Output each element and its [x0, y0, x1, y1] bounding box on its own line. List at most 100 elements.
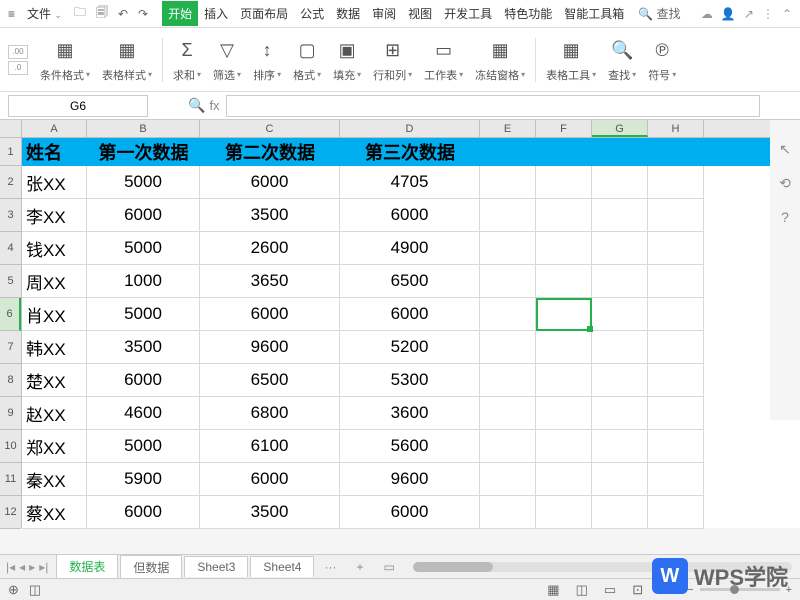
col-header-C[interactable]: C: [200, 120, 340, 137]
cell-name[interactable]: 秦XX: [22, 463, 87, 496]
col-header-F[interactable]: F: [536, 120, 592, 137]
tab-layout[interactable]: 页面布局: [234, 1, 294, 26]
cell-d3[interactable]: 9600: [340, 463, 480, 496]
col-header-A[interactable]: A: [22, 120, 87, 137]
cell-d3[interactable]: 6000: [340, 496, 480, 529]
cell-d1[interactable]: 1000: [87, 265, 200, 298]
sheet-list[interactable]: ▭: [373, 560, 404, 574]
share-icon[interactable]: ↗: [744, 7, 754, 21]
table-style-button[interactable]: ▦表格样式▾: [96, 37, 158, 83]
cell-d3[interactable]: 5300: [340, 364, 480, 397]
cell-d3[interactable]: 5200: [340, 331, 480, 364]
redo-icon[interactable]: ↷: [134, 5, 152, 23]
cell-d1[interactable]: 5900: [87, 463, 200, 496]
select-all-corner[interactable]: [0, 120, 22, 138]
cursor-icon[interactable]: ↖: [776, 140, 794, 158]
search-button[interactable]: 🔍 查找: [638, 5, 680, 22]
tab-data[interactable]: 数据: [330, 1, 366, 26]
sheet-tab-1[interactable]: 但数据: [120, 555, 182, 579]
cell-d1[interactable]: 6000: [87, 364, 200, 397]
tab-insert[interactable]: 插入: [198, 1, 234, 26]
menu-icon[interactable]: ≡: [8, 7, 15, 21]
find-button[interactable]: 🔍查找▾: [602, 37, 642, 83]
sheet-nav[interactable]: |◂◂▸▸|: [0, 560, 54, 574]
cell-d2[interactable]: 3500: [200, 496, 340, 529]
row-header-2[interactable]: 2: [0, 166, 21, 199]
cell-d1[interactable]: 5000: [87, 430, 200, 463]
rowcol-button[interactable]: ⊞行和列▾: [367, 37, 418, 83]
cell-d2[interactable]: 6500: [200, 364, 340, 397]
col-header-H[interactable]: H: [648, 120, 704, 137]
row-header-8[interactable]: 8: [0, 364, 21, 397]
cell-d2[interactable]: 6000: [200, 463, 340, 496]
cell-d2[interactable]: 6800: [200, 397, 340, 430]
sheet-tab-2[interactable]: Sheet3: [184, 556, 248, 577]
print-icon[interactable]: 🗐: [92, 1, 112, 26]
view-normal-icon[interactable]: ▦: [547, 582, 559, 598]
cell-name[interactable]: 蔡XX: [22, 496, 87, 529]
cell-d1[interactable]: 5000: [87, 298, 200, 331]
fx-label[interactable]: 🔍fx: [188, 97, 220, 114]
row-header-4[interactable]: 4: [0, 232, 21, 265]
sheet-tab-3[interactable]: Sheet4: [250, 556, 314, 577]
view-page-icon[interactable]: ◫: [576, 582, 588, 598]
cell-d1[interactable]: 5000: [87, 232, 200, 265]
cell-d2[interactable]: 2600: [200, 232, 340, 265]
cell-name[interactable]: 赵XX: [22, 397, 87, 430]
cell-d2[interactable]: 6000: [200, 298, 340, 331]
row-header-11[interactable]: 11: [0, 463, 21, 496]
cell-d3[interactable]: 6000: [340, 199, 480, 232]
cell-d3[interactable]: 4705: [340, 166, 480, 199]
row-header-9[interactable]: 9: [0, 397, 21, 430]
cell-d2[interactable]: 6000: [200, 166, 340, 199]
tab-review[interactable]: 审阅: [366, 1, 402, 26]
cells-area[interactable]: 姓名 第一次数据 第二次数据 第三次数据 张XX500060004705李XX6…: [22, 138, 770, 528]
cell-d1[interactable]: 6000: [87, 496, 200, 529]
sum-button[interactable]: Σ求和▾: [167, 37, 207, 83]
cell-name[interactable]: 郑XX: [22, 430, 87, 463]
tab-start[interactable]: 开始: [162, 1, 198, 26]
hdr-name[interactable]: 姓名: [22, 138, 87, 166]
cell-d2[interactable]: 9600: [200, 331, 340, 364]
col-header-D[interactable]: D: [340, 120, 480, 137]
settings-right-icon[interactable]: ⟲: [776, 174, 794, 192]
cloud-icon[interactable]: ☁: [701, 7, 713, 21]
status-icon-2[interactable]: ◫: [29, 582, 41, 598]
tab-view[interactable]: 视图: [402, 1, 438, 26]
hdr-d2[interactable]: 第二次数据: [200, 138, 340, 166]
freeze-button[interactable]: ▦冻结窗格▾: [469, 37, 531, 83]
status-icon-1[interactable]: ⊕: [8, 582, 19, 598]
col-header-G[interactable]: G: [592, 120, 648, 137]
sheet-more[interactable]: ···: [314, 560, 346, 574]
row-header-6[interactable]: 6: [0, 298, 21, 331]
row-header-5[interactable]: 5: [0, 265, 21, 298]
cell-d1[interactable]: 5000: [87, 166, 200, 199]
cell-name[interactable]: 肖XX: [22, 298, 87, 331]
cell-d3[interactable]: 5600: [340, 430, 480, 463]
cell-d1[interactable]: 4600: [87, 397, 200, 430]
formula-input[interactable]: [226, 95, 760, 117]
sheet-tab-0[interactable]: 数据表: [56, 554, 118, 580]
row-header-7[interactable]: 7: [0, 331, 21, 364]
row-header-3[interactable]: 3: [0, 199, 21, 232]
filter-button[interactable]: ▽筛选▾: [207, 37, 247, 83]
cell-d3[interactable]: 3600: [340, 397, 480, 430]
cell-d2[interactable]: 6100: [200, 430, 340, 463]
collapse-icon[interactable]: ⌃: [782, 7, 792, 21]
row-header-1[interactable]: 1: [0, 138, 21, 166]
sheet-add[interactable]: +: [346, 560, 373, 574]
file-menu[interactable]: 文件 ⌄: [21, 3, 68, 24]
save-icon[interactable]: 🗀: [70, 1, 90, 26]
col-header-B[interactable]: B: [87, 120, 200, 137]
cond-format-button[interactable]: ▦条件格式▾: [34, 37, 96, 83]
cell-name[interactable]: 李XX: [22, 199, 87, 232]
tab-formula[interactable]: 公式: [294, 1, 330, 26]
cell-d1[interactable]: 6000: [87, 199, 200, 232]
sort-button[interactable]: ↕排序▾: [247, 37, 287, 83]
hdr-d1[interactable]: 第一次数据: [87, 138, 200, 166]
tab-smart[interactable]: 智能工具箱: [558, 1, 630, 26]
table-tools-button[interactable]: ▦表格工具▾: [540, 37, 602, 83]
cell-d2[interactable]: 3650: [200, 265, 340, 298]
col-header-E[interactable]: E: [480, 120, 536, 137]
cell-d1[interactable]: 3500: [87, 331, 200, 364]
